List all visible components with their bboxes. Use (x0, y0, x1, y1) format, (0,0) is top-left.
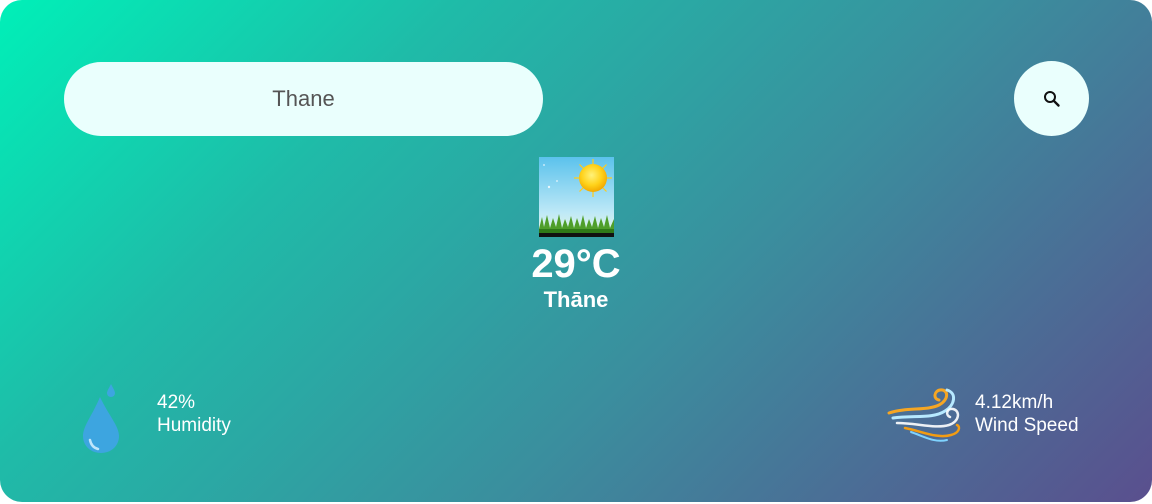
city-search-input[interactable] (64, 62, 543, 136)
wind-stat: 4.12km/h Wind Speed (975, 391, 1079, 437)
water-drop-icon (83, 384, 119, 453)
city-name: Thāne (543, 287, 609, 312)
temperature: 29°C (531, 242, 621, 286)
humidity-label: Humidity (157, 415, 231, 436)
humidity-stat: 42% Humidity (157, 391, 231, 437)
humidity-value: 42% (157, 392, 196, 413)
wind-speed-value: 4.12km/h (975, 392, 1054, 413)
wind-speed-label: Wind Speed (975, 415, 1079, 436)
sunny-weather-icon (539, 157, 614, 237)
search-button[interactable] (1014, 61, 1089, 136)
wind-icon (887, 388, 961, 442)
search-icon (1043, 90, 1060, 107)
weather-card: 29°C Thāne 42% Humidity 4.12km/h Wind Sp… (0, 0, 1152, 502)
